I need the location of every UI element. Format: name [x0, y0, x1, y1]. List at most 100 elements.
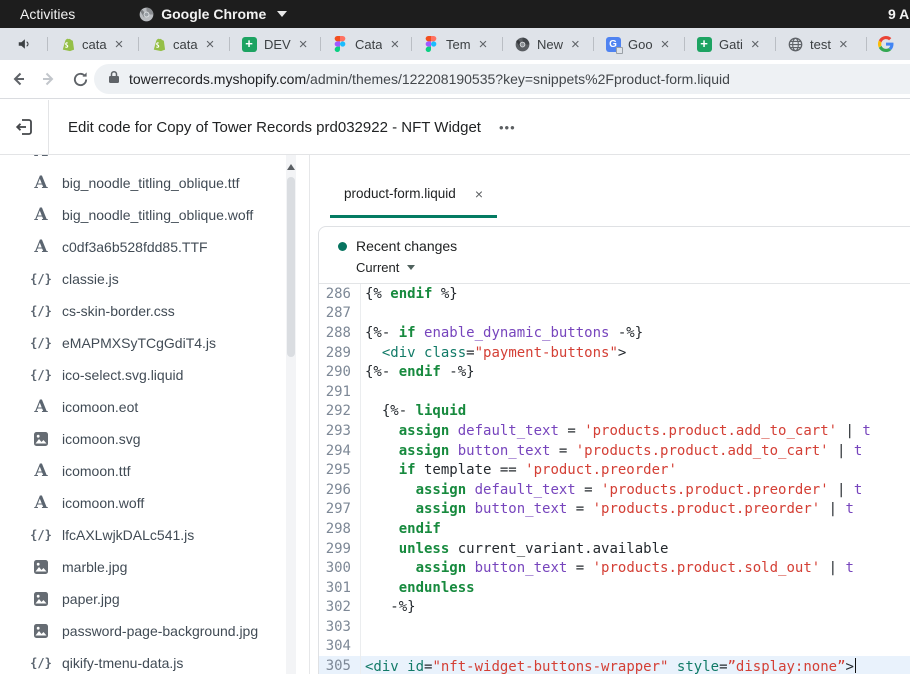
file-item-big_noodle_titling_oblique.woff[interactable]: Abig_noodle_titling_oblique.woff	[0, 199, 309, 231]
file-item-password-page-background.jpg[interactable]: password-page-background.jpg	[0, 615, 309, 647]
file-item-marble.jpg[interactable]: marble.jpg	[0, 551, 309, 583]
file-sidebar: A Abig_noodle_titling_oblique.ttfAbig_no…	[0, 155, 310, 674]
browser-tab-New[interactable]: New ×	[502, 28, 593, 60]
lock-icon[interactable]	[108, 70, 120, 89]
code-line-286[interactable]: 286{% endif %}	[319, 284, 910, 304]
address-bar[interactable]: towerrecords.myshopify.com/admin/themes/…	[94, 64, 910, 94]
browser-tab-test[interactable]: test×	[775, 28, 866, 60]
focused-app-label: Google Chrome	[161, 6, 266, 22]
browser-tab-Cata[interactable]: Cata×	[320, 28, 411, 60]
shopify-icon	[150, 36, 166, 52]
line-number: 290	[319, 362, 361, 382]
file-item-big_noodle_titling_oblique.ttf[interactable]: Abig_noodle_titling_oblique.ttf	[0, 167, 309, 199]
browser-tab-label: DEV	[264, 37, 291, 52]
browser-tab-partial[interactable]	[866, 28, 910, 60]
file-item-cs-skin-border.css[interactable]: {/}cs-skin-border.css	[0, 295, 309, 327]
code-file-icon: {/}	[31, 368, 51, 382]
code-text: assign default_text = 'products.product.…	[361, 423, 871, 439]
text-cursor	[855, 658, 857, 673]
line-number: 289	[319, 343, 361, 363]
line-number: 291	[319, 382, 361, 402]
chrome-icon	[139, 7, 154, 22]
code-line-305[interactable]: 305<div id="nft-widget-buttons-wrapper" …	[319, 656, 910, 674]
code-line-294[interactable]: 294 assign button_text = 'products.produ…	[319, 441, 910, 461]
browser-tab-Gati[interactable]: +Gati×	[684, 28, 775, 60]
open-file-tab[interactable]: product-form.liquid ×	[330, 172, 497, 218]
code-line-300[interactable]: 300 assign button_text = 'products.produ…	[319, 558, 910, 578]
version-dropdown[interactable]: Current	[356, 260, 910, 275]
file-item-eMAPMXSyTCgGdiT4.js[interactable]: {/}eMAPMXSyTCgGdiT4.js	[0, 327, 309, 359]
code-line-295[interactable]: 295 if template == 'product.preorder'	[319, 460, 910, 480]
code-editor[interactable]: 286{% endif %}287288{%- if enable_dynami…	[319, 284, 910, 674]
tab-close-icon[interactable]: ×	[390, 37, 399, 52]
tab-close-icon[interactable]: ×	[571, 37, 580, 52]
code-line-289[interactable]: 289 <div class="payment-buttons">	[319, 343, 910, 363]
line-number: 299	[319, 539, 361, 559]
browser-tab-cata[interactable]: cata×	[47, 28, 138, 60]
code-line-288[interactable]: 288{%- if enable_dynamic_buttons -%}	[319, 323, 910, 343]
activities-button[interactable]: Activities	[14, 6, 81, 22]
code-line-290[interactable]: 290{%- endif -%}	[319, 362, 910, 382]
code-line-293[interactable]: 293 assign default_text = 'products.prod…	[319, 421, 910, 441]
file-item-qikify-tmenu-data.js[interactable]: {/}qikify-tmenu-data.js	[0, 647, 309, 674]
tab-close-icon[interactable]: ×	[479, 37, 488, 52]
code-line-299[interactable]: 299 unless current_variant.available	[319, 539, 910, 559]
close-icon[interactable]: ×	[475, 186, 483, 202]
file-item-c0df3a6b528fdd85.TTF[interactable]: Ac0df3a6b528fdd85.TTF	[0, 231, 309, 263]
file-name: icomoon.woff	[62, 495, 144, 511]
file-item-paper.jpg[interactable]: paper.jpg	[0, 583, 309, 615]
tab-close-icon[interactable]: ×	[839, 37, 848, 52]
reload-button[interactable]	[67, 66, 93, 92]
scrollbar-thumb[interactable]	[287, 177, 295, 357]
browser-tab-label: New	[537, 37, 563, 52]
version-dropdown-label: Current	[356, 260, 399, 275]
browser-tab-cata[interactable]: cata×	[138, 28, 229, 60]
line-number: 294	[319, 441, 361, 461]
file-name: ico-select.svg.liquid	[62, 367, 183, 383]
file-item-ico-select.svg.liquid[interactable]: {/} ico-select.svg.liquid	[0, 359, 309, 391]
focused-app-menu[interactable]: Google Chrome	[139, 6, 287, 22]
file-name: paper.jpg	[62, 591, 120, 607]
browser-tab-Goo[interactable]: GGoo×	[593, 28, 684, 60]
code-line-298[interactable]: 298 endif	[319, 519, 910, 539]
speaker-icon[interactable]	[0, 37, 47, 51]
clock[interactable]: 9 A	[888, 0, 910, 28]
google-icon	[878, 36, 894, 52]
file-item-icomoon.eot[interactable]: Aicomoon.eot	[0, 391, 309, 423]
browser-tab-DEV[interactable]: +DEV×	[229, 28, 320, 60]
line-number: 300	[319, 558, 361, 578]
tab-close-icon[interactable]: ×	[299, 37, 308, 52]
code-line-292[interactable]: 292 {%- liquid	[319, 402, 910, 422]
sidebar-scrollbar[interactable]	[286, 155, 296, 674]
code-line-303[interactable]: 303	[319, 617, 910, 637]
exit-editor-button[interactable]	[0, 100, 49, 154]
tab-close-icon[interactable]: ×	[661, 37, 670, 52]
file-item-partial[interactable]: A	[0, 155, 309, 167]
code-line-291[interactable]: 291	[319, 382, 910, 402]
file-item-icomoon.svg[interactable]: icomoon.svg	[0, 423, 309, 455]
tab-close-icon[interactable]: ×	[206, 37, 215, 52]
code-text: assign button_text = 'products.product.s…	[361, 560, 854, 576]
scroll-up-icon[interactable]	[287, 164, 295, 170]
browser-tab-label: Goo	[628, 37, 653, 52]
line-number: 295	[319, 460, 361, 480]
file-item-classie.js[interactable]: {/}classie.js	[0, 263, 309, 295]
code-line-287[interactable]: 287	[319, 304, 910, 324]
browser-tab-Tem[interactable]: Tem ×	[411, 28, 502, 60]
tab-close-icon[interactable]: ×	[115, 37, 124, 52]
code-line-296[interactable]: 296 assign default_text = 'products.prod…	[319, 480, 910, 500]
file-item-lfcAXLwjkDALc541.js[interactable]: {/}lfcAXLwjkDALc541.js	[0, 519, 309, 551]
file-item-icomoon.ttf[interactable]: Aicomoon.ttf	[0, 455, 309, 487]
file-item-icomoon.woff[interactable]: Aicomoon.woff	[0, 487, 309, 519]
forward-button[interactable]	[36, 66, 62, 92]
code-line-304[interactable]: 304	[319, 637, 910, 657]
code-line-302[interactable]: 302 -%}	[319, 598, 910, 618]
back-button[interactable]	[5, 66, 31, 92]
browser-tab-label: Tem	[446, 37, 471, 52]
image-file-icon	[31, 559, 51, 575]
image-file-icon	[31, 431, 51, 447]
more-actions-button[interactable]: •••	[499, 120, 516, 135]
code-line-297[interactable]: 297 assign button_text = 'products.produ…	[319, 500, 910, 520]
code-line-301[interactable]: 301 endunless	[319, 578, 910, 598]
tab-close-icon[interactable]: ×	[751, 37, 760, 52]
